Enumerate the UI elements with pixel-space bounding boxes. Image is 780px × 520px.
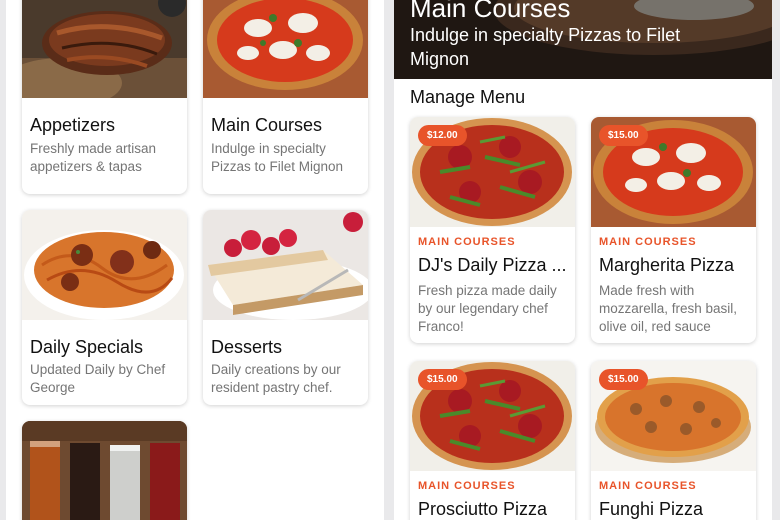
detail-panel: Main Courses Indulge in specialty Pizzas… [394, 0, 772, 520]
menu-item-card[interactable]: $15.00 MAIN COURSES Prosciutto Pizza [410, 361, 575, 520]
item-name: Margherita Pizza [599, 255, 735, 275]
category-description: Freshly made artisan appetizers & tapas [30, 141, 157, 174]
category-title: Main Courses [211, 115, 323, 135]
hero-banner: Main Courses Indulge in specialty Pizzas… [394, 0, 772, 79]
category-panel: Appetizers Freshly made artisan appetize… [6, 0, 384, 520]
pizza-photo [203, 0, 368, 98]
section-title: Manage Menu [410, 87, 526, 107]
category-card-drinks[interactable] [22, 421, 187, 520]
item-name: Funghi Pizza [599, 499, 704, 519]
item-name: Prosciutto Pizza [418, 499, 548, 519]
category-description: Daily creations by our resident pastry c… [211, 362, 341, 395]
category-title: Daily Specials [30, 337, 144, 357]
category-title: Desserts [211, 337, 283, 357]
menu-item-card[interactable]: $15.00 MAIN COURSES Margherita Pizza Mad… [591, 117, 756, 343]
category-description: Updated Daily by Chef George [30, 362, 166, 395]
category-card-desserts[interactable]: Desserts Daily creations by our resident… [203, 210, 368, 405]
item-description: Made fresh with mozzarella, fresh basil,… [599, 283, 738, 334]
item-category: MAIN COURSES [599, 236, 697, 248]
item-category: MAIN COURSES [418, 480, 516, 492]
price-badge: $15.00 [418, 369, 467, 390]
price-badge: $15.00 [599, 125, 648, 146]
item-category: MAIN COURSES [418, 236, 516, 248]
item-description: Fresh pizza made daily by our legendary … [418, 283, 557, 334]
menu-item-card[interactable]: $15.00 MAIN COURSES Funghi Pizza [591, 361, 756, 520]
hero-title: Main Courses [410, 0, 571, 23]
item-category: MAIN COURSES [599, 480, 697, 492]
price-badge: $12.00 [418, 125, 467, 146]
item-name: DJ's Daily Pizza ... [418, 255, 567, 275]
roasted-meat-photo [22, 0, 187, 98]
cheesecake-photo [203, 210, 368, 320]
drinks-photo [22, 421, 187, 520]
category-title: Appetizers [30, 115, 116, 135]
category-card-daily-specials[interactable]: Daily Specials Updated Daily by Chef Geo… [22, 210, 187, 405]
price-badge: $15.00 [599, 369, 648, 390]
menu-item-card[interactable]: $12.00 MAIN COURSES DJ's Daily Pizza ...… [410, 117, 575, 343]
hero-subtitle: Indulge in specialty Pizzas to Filet Mig… [410, 25, 681, 69]
spaghetti-meatballs-photo [22, 210, 187, 320]
category-card-main-courses[interactable]: Main Courses Indulge in specialty Pizzas… [203, 0, 368, 194]
category-description: Indulge in specialty Pizzas to Filet Mig… [211, 141, 344, 174]
category-card-appetizers[interactable]: Appetizers Freshly made artisan appetize… [22, 0, 187, 194]
